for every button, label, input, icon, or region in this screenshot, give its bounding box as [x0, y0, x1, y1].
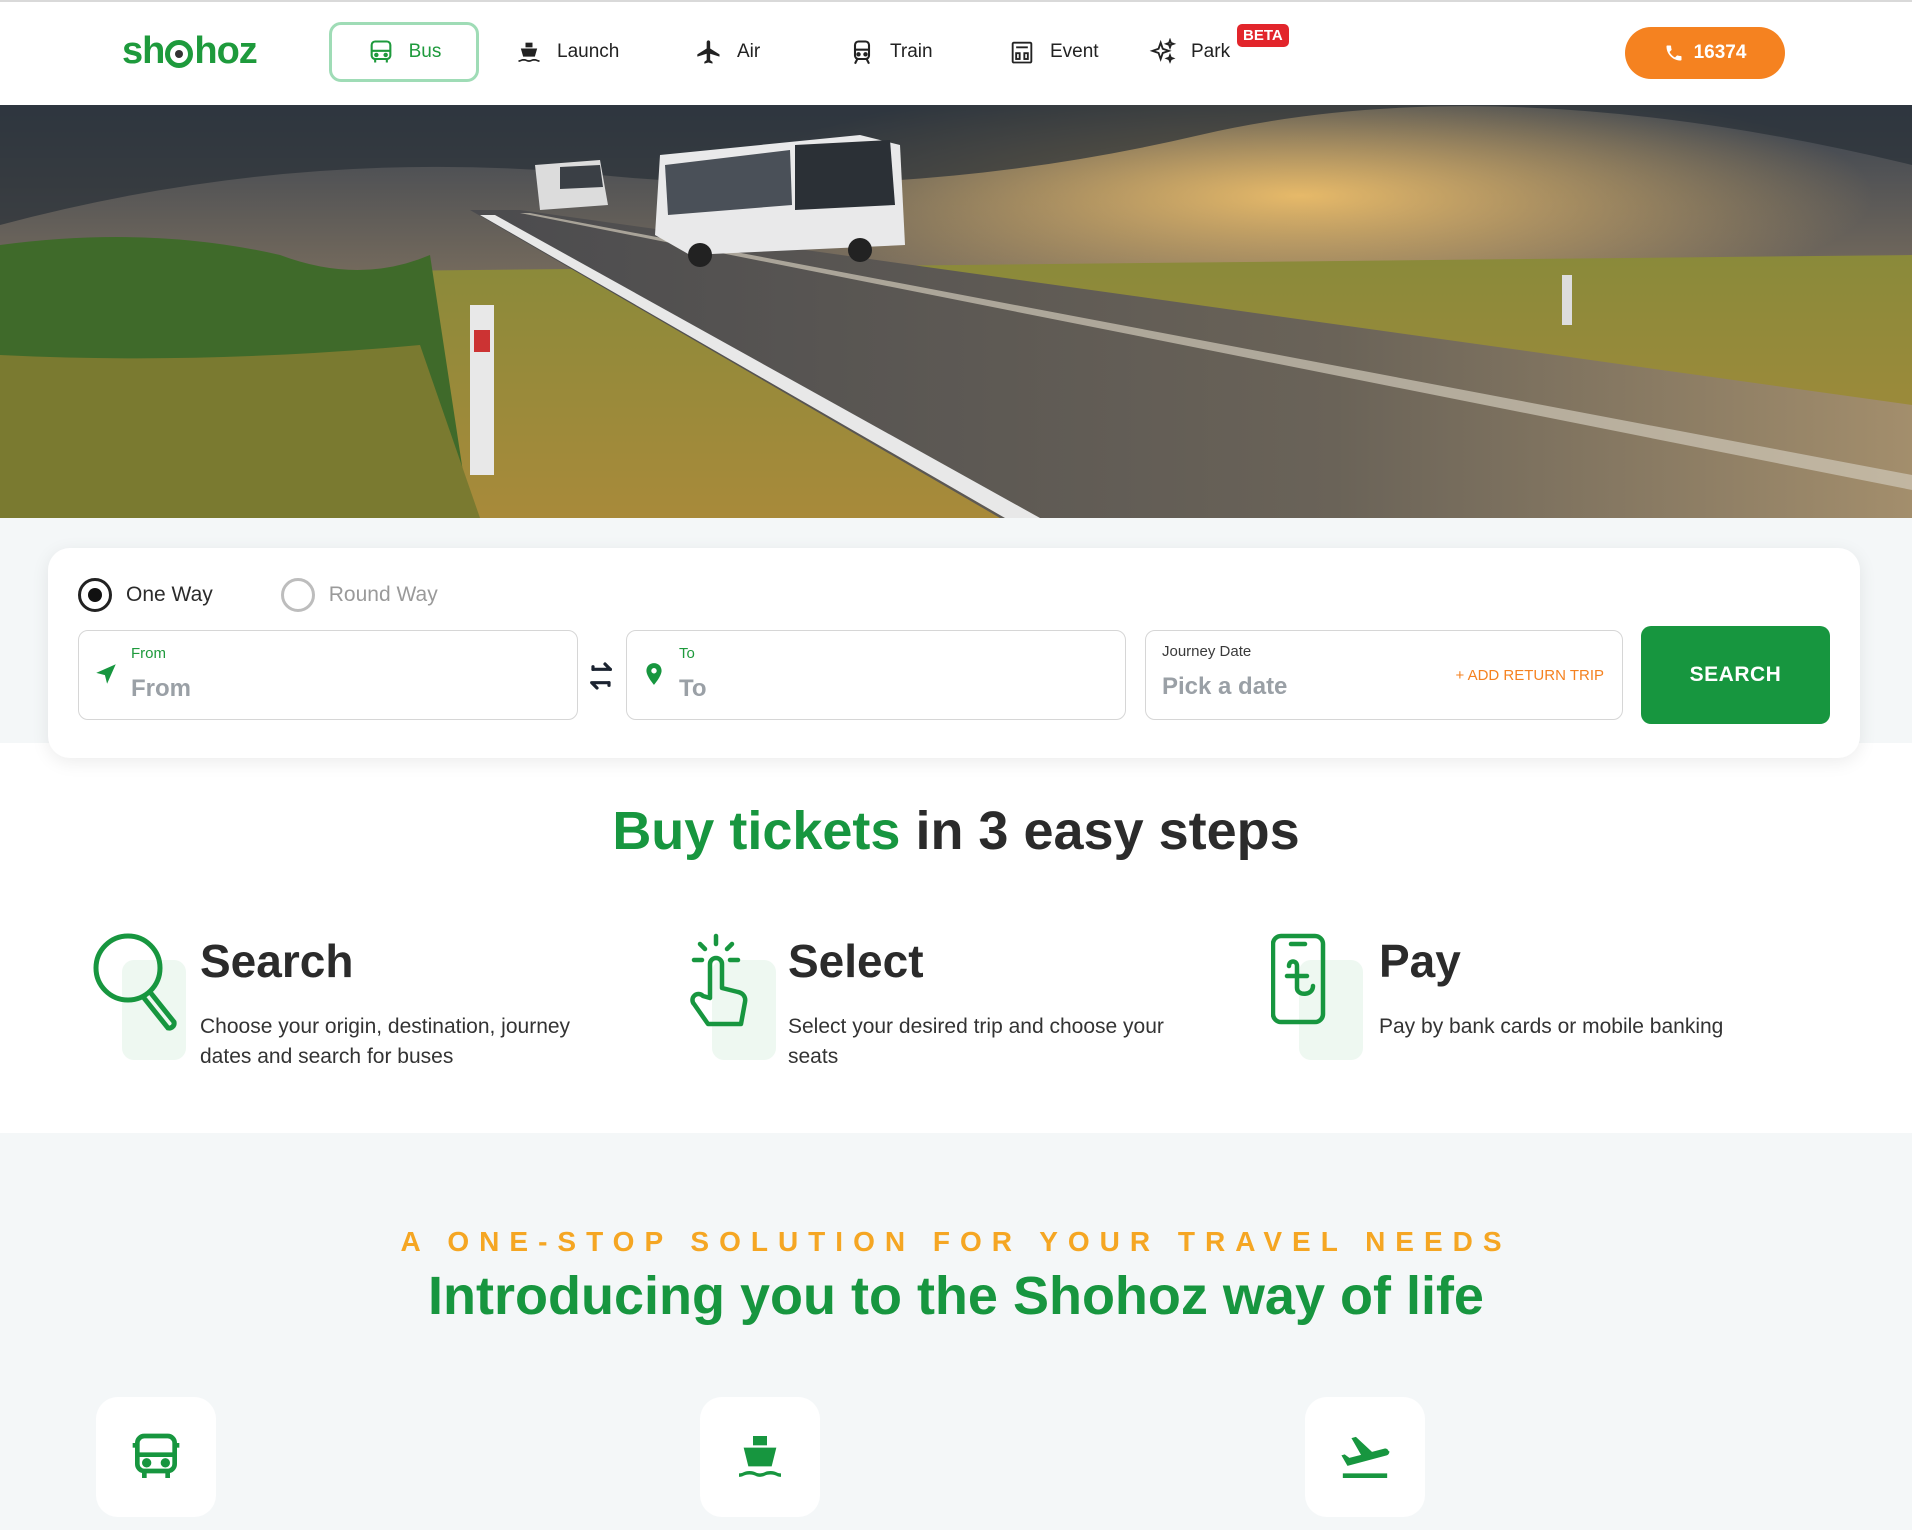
map-pin-icon: [646, 663, 662, 685]
step-description: Choose your origin, destination, journey…: [200, 1015, 571, 1068]
trip-type-group: One Way Round Way: [78, 578, 506, 612]
to-label: To: [679, 645, 695, 662]
from-field[interactable]: From From: [78, 630, 578, 720]
step-title: Pay: [1379, 935, 1461, 987]
sparkle-icon: [1149, 38, 1177, 64]
bus-graphic-far: [535, 160, 608, 210]
round-way-label: Round Way: [328, 583, 438, 606]
step-pay: Pay Pay by bank cards or mobile banking: [1271, 930, 1831, 1090]
train-icon: [853, 40, 871, 65]
phone-taka-icon: [1271, 933, 1326, 1025]
hero-banner: [0, 105, 1912, 518]
hotline-number: 16374: [1693, 42, 1747, 63]
bus-icon: [132, 1433, 180, 1478]
nav-launch[interactable]: Launch: [515, 22, 619, 82]
nav-park-label: Park: [1191, 41, 1231, 62]
hotline-button[interactable]: 16374: [1625, 27, 1785, 79]
site-header: sh hoz Bus Launch Air Train Event Park BE…: [0, 2, 1912, 105]
radio-circle: [78, 578, 112, 612]
radio-circle: [280, 578, 315, 612]
plane-icon: [697, 40, 720, 64]
steps-heading: Buy tickets in 3 easy steps: [0, 800, 1912, 862]
nav-air[interactable]: Air: [695, 22, 760, 82]
from-label: From: [131, 645, 166, 662]
service-tile-bus[interactable]: [96, 1397, 216, 1517]
nav-event-label: Event: [1050, 41, 1099, 62]
logo-text-right: hoz: [194, 30, 257, 72]
add-return-trip-link[interactable]: + ADD RETURN TRIP: [1456, 667, 1605, 684]
ship-icon: [518, 42, 540, 62]
service-tile-launch[interactable]: [700, 1397, 820, 1517]
about-section: [0, 1133, 1912, 1530]
step-title: Select: [788, 935, 924, 987]
to-placeholder: To: [679, 675, 707, 702]
journey-date-label: Journey Date: [1162, 643, 1252, 660]
location-arrow-icon: [96, 664, 116, 684]
nav-launch-label: Launch: [557, 41, 620, 62]
bus-graphic: [655, 135, 905, 267]
magnifier-icon: [93, 933, 177, 1031]
step-description: Pay by bank cards or mobile banking: [1379, 1015, 1724, 1038]
ship-icon: [739, 1436, 781, 1477]
journey-date-placeholder: Pick a date: [1162, 673, 1288, 700]
nav-bus[interactable]: Bus: [329, 22, 479, 82]
about-title: Introducing you to the Shohoz way of lif…: [428, 1266, 1484, 1326]
bus-highway-photo: [0, 105, 1912, 518]
round-way-radio[interactable]: Round Way: [280, 578, 438, 612]
shohoz-logo[interactable]: sh hoz: [122, 30, 258, 73]
phone-icon: [1666, 45, 1682, 61]
nav-air-label: Air: [737, 41, 761, 62]
plane-icon: [1341, 1436, 1390, 1478]
step-title: Search: [200, 935, 354, 987]
step-search: Search Choose your origin, destination, …: [92, 930, 652, 1090]
steps-heading-highlight: Buy tickets: [612, 801, 901, 861]
nav-park[interactable]: Park: [1149, 22, 1230, 82]
from-placeholder: From: [131, 675, 191, 702]
beta-badge: BETA: [1237, 24, 1289, 47]
swap-icon[interactable]: [585, 656, 617, 696]
event-icon: [1011, 41, 1033, 64]
nav-train[interactable]: Train: [848, 22, 933, 82]
one-way-label: One Way: [126, 583, 213, 606]
service-tile-air[interactable]: [1305, 1397, 1425, 1517]
search-button[interactable]: SEARCH: [1641, 626, 1830, 724]
steps-heading-rest: in 3 easy steps: [900, 801, 1300, 861]
journey-date-field[interactable]: Journey Date Pick a date + ADD RETURN TR…: [1145, 630, 1623, 720]
nav-train-label: Train: [890, 41, 933, 62]
step-description: Select your desired trip and choose your…: [788, 1015, 1164, 1068]
logo-o-mark: [165, 39, 194, 68]
about-tagline: A ONE-STOP SOLUTION FOR YOUR TRAVEL NEED…: [400, 1226, 1512, 1257]
logo-text-left: sh: [122, 30, 165, 72]
one-way-radio[interactable]: One Way: [78, 578, 213, 612]
nav-bus-label: Bus: [408, 41, 442, 62]
tap-hand-icon: [690, 933, 748, 1027]
nav-event[interactable]: Event: [1008, 22, 1099, 82]
to-field[interactable]: To To: [626, 630, 1126, 720]
bus-icon: [370, 40, 392, 63]
step-select: Select Select your desired trip and choo…: [680, 930, 1240, 1090]
search-card: One Way Round Way From From To To Journe…: [48, 548, 1860, 758]
